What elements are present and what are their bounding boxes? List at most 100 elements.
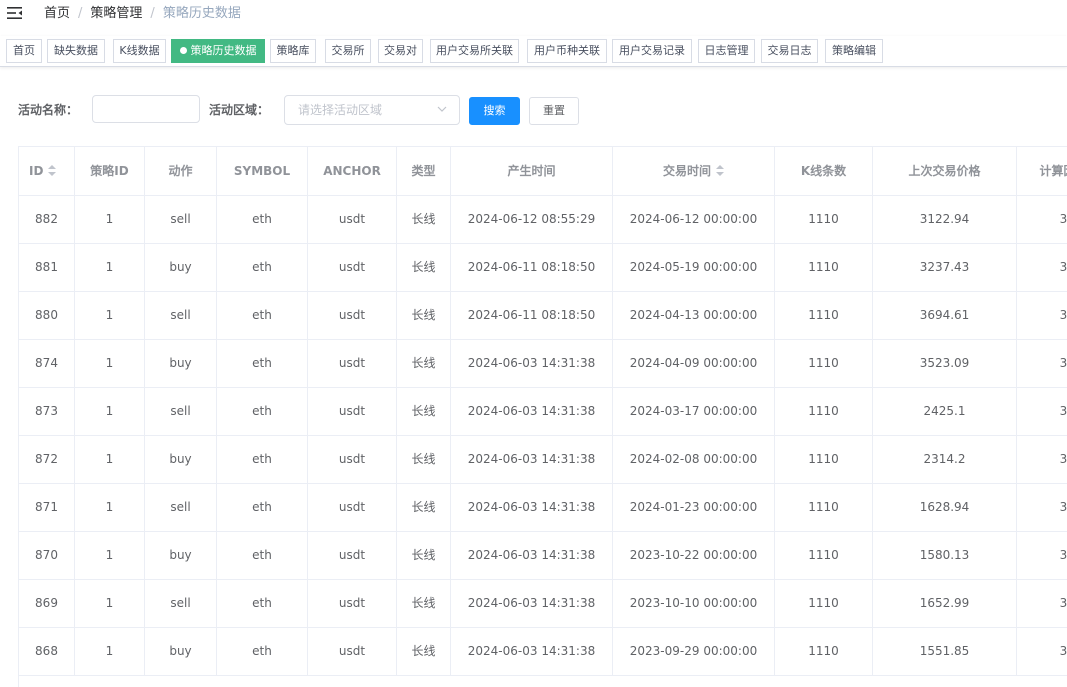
cell-type: 长线 xyxy=(397,628,451,676)
table-row[interactable]: 870 1 buy eth usdt 长线 2024-06-03 14:31:38 2023-… xyxy=(19,532,1067,580)
table-row[interactable]: 881 1 buy eth usdt 长线 2024-06-11 08:18:50 2024-… xyxy=(19,244,1067,292)
cell-id: 872 xyxy=(19,436,75,484)
cell-kline-count: 1110 xyxy=(775,196,873,244)
search-button[interactable]: 搜索 xyxy=(469,97,520,125)
cell-strategy-id: 1 xyxy=(75,292,145,340)
tag-12[interactable]: 策略编辑 xyxy=(825,39,883,63)
cell-type: 长线 xyxy=(397,484,451,532)
activity-name-label: 活动名称： xyxy=(18,103,79,117)
tag-2[interactable]: K线数据 xyxy=(113,39,166,63)
cell-anchor: usdt xyxy=(308,532,397,580)
table-row[interactable]: 873 1 sell eth usdt 长线 2024-06-03 14:31:38 2024… xyxy=(19,388,1067,436)
tag-11[interactable]: 交易日志 xyxy=(761,39,818,63)
cell-strategy-id: 1 xyxy=(75,532,145,580)
cell-anchor: usdt xyxy=(308,388,397,436)
cell-type: 长线 xyxy=(397,340,451,388)
cell-symbol: eth xyxy=(217,580,308,628)
tag-8[interactable]: 用户币种关联 xyxy=(527,39,607,63)
cell-strategy-id: 1 xyxy=(75,628,145,676)
table-row[interactable]: 869 1 sell eth usdt 长线 2024-06-03 14:31:38 2023… xyxy=(19,580,1067,628)
cell-kline-count: 1110 xyxy=(775,628,873,676)
cell-action: buy xyxy=(145,532,217,580)
cell-symbol: eth xyxy=(217,436,308,484)
header-label: ANCHOR xyxy=(323,164,381,178)
hamburger-icon[interactable] xyxy=(7,6,23,20)
tag-9[interactable]: 用户交易记录 xyxy=(612,39,692,63)
breadcrumb-parent[interactable]: 策略管理 xyxy=(90,6,142,21)
cell-calc-factor: 3 xyxy=(1017,532,1067,580)
header-label: 计算因子 xyxy=(1039,164,1067,178)
tag-0[interactable]: 首页 xyxy=(6,39,42,63)
table-row[interactable]: 880 1 sell eth usdt 长线 2024-06-11 08:18:50 2024… xyxy=(19,292,1067,340)
cell-action: sell xyxy=(145,484,217,532)
table-row[interactable]: 868 1 buy eth usdt 长线 2024-06-03 14:31:38 2023-… xyxy=(19,628,1067,676)
header-created-time: 产生时间 xyxy=(451,147,613,196)
cell-id: 868 xyxy=(19,628,75,676)
sort-caret-icon[interactable] xyxy=(716,165,724,176)
table-header: ID 策略ID 动作 SYMBOL ANCHOR 类型 产生时间 交易时间 K线条数 上次交易价格… xyxy=(19,147,1067,196)
header-label: K线条数 xyxy=(800,164,847,178)
cell-strategy-id: 1 xyxy=(75,196,145,244)
header-anchor: ANCHOR xyxy=(308,147,397,196)
cell-action: sell xyxy=(145,292,217,340)
activity-name-input[interactable] xyxy=(92,95,200,123)
cell-symbol: eth xyxy=(217,340,308,388)
tag-10[interactable]: 日志管理 xyxy=(698,39,755,63)
cell-created-time: 2024-06-03 14:31:38 xyxy=(451,340,613,388)
cell-trade-time: 2024-04-09 00:00:00 xyxy=(613,340,775,388)
cell-type: 长线 xyxy=(397,436,451,484)
header-id[interactable]: ID xyxy=(19,147,75,196)
cell-trade-time: 2024-02-08 00:00:00 xyxy=(613,436,775,484)
tag-label: 首页 xyxy=(13,44,35,57)
cell-anchor: usdt xyxy=(308,628,397,676)
cell-calc-factor: 3 xyxy=(1017,628,1067,676)
tag-3[interactable]: 策略历史数据 xyxy=(171,39,265,63)
cell-id: 870 xyxy=(19,532,75,580)
table-row[interactable]: 882 1 sell eth usdt 长线 2024-06-12 08:55:29 2024… xyxy=(19,196,1067,244)
cell-trade-time: 2024-06-12 00:00:00 xyxy=(613,196,775,244)
cell-strategy-id: 1 xyxy=(75,340,145,388)
cell-type: 长线 xyxy=(397,532,451,580)
cell-calc-factor: 3 xyxy=(1017,436,1067,484)
table-row[interactable]: 872 1 buy eth usdt 长线 2024-06-03 14:31:38 2024-… xyxy=(19,436,1067,484)
header-trade-time[interactable]: 交易时间 xyxy=(613,147,775,196)
breadcrumb-home[interactable]: 首页 xyxy=(44,6,70,21)
cell-id: 869 xyxy=(19,580,75,628)
cell-last-trade-price: 1652.99 xyxy=(873,580,1017,628)
cell-kline-count: 1110 xyxy=(775,292,873,340)
cell-strategy-id: 1 xyxy=(75,244,145,292)
header-label: 类型 xyxy=(411,164,436,178)
cell-symbol: eth xyxy=(217,388,308,436)
cell-trade-time: 2023-10-22 00:00:00 xyxy=(613,532,775,580)
cell-trade-time: 2024-01-23 00:00:00 xyxy=(613,484,775,532)
cell-calc-factor: 3 xyxy=(1017,196,1067,244)
tag-4[interactable]: 策略库 xyxy=(270,39,316,63)
cell-anchor: usdt xyxy=(308,580,397,628)
cell-trade-time: 2023-10-10 00:00:00 xyxy=(613,580,775,628)
header-label: 产生时间 xyxy=(507,164,556,178)
tag-7[interactable]: 用户交易所关联 xyxy=(430,39,519,63)
activity-area-select[interactable]: 请选择活动区域 xyxy=(284,95,460,125)
cell-symbol: eth xyxy=(217,628,308,676)
cell-trade-time: 2023-09-29 00:00:00 xyxy=(613,628,775,676)
header-label: 策略ID xyxy=(90,164,129,178)
reset-button[interactable]: 重置 xyxy=(529,97,579,125)
table-row[interactable]: 871 1 sell eth usdt 长线 2024-06-03 14:31:38 2024… xyxy=(19,484,1067,532)
cell-trade-time: 2024-04-13 00:00:00 xyxy=(613,292,775,340)
cell-id: 880 xyxy=(19,292,75,340)
sort-caret-icon[interactable] xyxy=(48,165,57,176)
cell-anchor: usdt xyxy=(308,196,397,244)
cell-action: buy xyxy=(145,628,217,676)
cell-kline-count: 1110 xyxy=(775,244,873,292)
cell-created-time: 2024-06-03 14:31:38 xyxy=(451,628,613,676)
cell-strategy-id: 1 xyxy=(75,484,145,532)
cell-action: buy xyxy=(145,436,217,484)
cell-calc-factor: 3 xyxy=(1017,580,1067,628)
cell-symbol: eth xyxy=(217,244,308,292)
tag-6[interactable]: 交易对 xyxy=(378,39,423,63)
tag-1[interactable]: 缺失数据 xyxy=(47,39,105,63)
tag-5[interactable]: 交易所 xyxy=(325,39,371,63)
tag-label: 策略编辑 xyxy=(832,44,876,57)
table-row[interactable]: 874 1 buy eth usdt 长线 2024-06-03 14:31:38 2024-… xyxy=(19,340,1067,388)
breadcrumb-current: 策略历史数据 xyxy=(162,6,241,21)
